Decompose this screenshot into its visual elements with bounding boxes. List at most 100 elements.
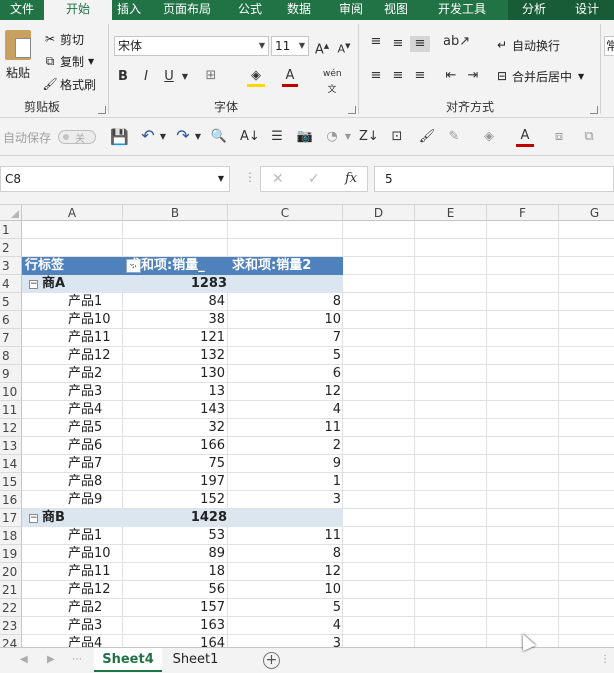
sum1-cell[interactable]: 75 <box>123 455 225 473</box>
item-label-cell[interactable]: 产品3 <box>68 617 122 635</box>
sheet-tab-sheet1[interactable]: Sheet1 <box>163 648 228 672</box>
column-header-f[interactable]: F <box>487 205 559 221</box>
cancel-icon[interactable]: ✕ <box>272 171 284 187</box>
tab-view[interactable]: 视图 <box>376 0 416 20</box>
format-painter-qat-icon[interactable]: 🖌 <box>418 129 436 145</box>
edit-icon[interactable]: ✎ <box>445 129 463 145</box>
sum2-cell[interactable]: 8 <box>228 545 341 563</box>
font-name-select[interactable]: 宋体 ▼ <box>114 36 269 56</box>
sum2-cell[interactable]: 10 <box>228 311 341 329</box>
save-icon[interactable]: 💾 <box>110 129 129 145</box>
row-header[interactable]: 6 <box>0 311 22 329</box>
item-label-cell[interactable]: 产品1 <box>68 293 122 311</box>
splitter-icon[interactable]: ⋮ <box>244 170 256 184</box>
sum2-cell[interactable]: 12 <box>228 383 341 401</box>
sum2-cell[interactable]: 4 <box>228 617 341 635</box>
tab-design[interactable]: 设计 <box>560 0 614 20</box>
sum2-cell[interactable]: 1 <box>228 473 341 491</box>
align-top-icon[interactable]: ≡ <box>368 34 384 50</box>
group-icon[interactable]: ⧈ <box>550 129 568 145</box>
row-header[interactable]: 10 <box>0 383 22 401</box>
item-label-cell[interactable]: 产品2 <box>68 599 122 617</box>
number-format-select[interactable]: 常 <box>604 36 614 56</box>
sum1-cell[interactable]: 163 <box>123 617 225 635</box>
phonetic-icon[interactable]: wén 文 <box>323 66 342 98</box>
item-label-cell[interactable]: 产品12 <box>68 347 122 365</box>
collapse-icon[interactable]: − <box>29 514 38 523</box>
sort-filter-icon[interactable]: ☰ <box>268 129 286 145</box>
sheet-bar-splitter-icon[interactable]: ⋮ <box>600 654 610 665</box>
column-header-b[interactable]: B <box>123 205 228 221</box>
align-middle-icon[interactable]: ≡ <box>390 36 406 52</box>
bold-button[interactable]: B <box>116 69 130 85</box>
tab-data[interactable]: 数据 <box>272 0 326 20</box>
tab-file[interactable]: 文件 <box>0 0 44 20</box>
sum2-cell[interactable]: 9 <box>228 455 341 473</box>
sum2-cell[interactable]: 3 <box>228 491 341 509</box>
sum1-cell[interactable]: 56 <box>123 581 225 599</box>
underline-button[interactable]: U <box>162 69 176 85</box>
column-header-a[interactable]: A <box>22 205 123 221</box>
row-header[interactable]: 1 <box>0 221 22 239</box>
tab-home[interactable]: 开始 <box>44 0 112 20</box>
decrease-indent-icon[interactable]: ⇤ <box>442 68 460 84</box>
item-label-cell[interactable]: 产品11 <box>68 329 122 347</box>
column-header-g[interactable]: G <box>559 205 614 221</box>
more-sheets-icon[interactable]: ⋯ <box>72 654 82 665</box>
item-label-cell[interactable]: 产品1 <box>68 527 122 545</box>
ungroup-icon[interactable]: ⧉ <box>580 129 598 145</box>
row-header[interactable]: 21 <box>0 581 22 599</box>
redo-icon[interactable]: ↷ <box>174 128 192 144</box>
row-header[interactable]: 3 <box>0 257 22 275</box>
font-launcher-icon[interactable] <box>348 106 356 114</box>
row-header[interactable]: 24 <box>0 635 22 647</box>
fill-qat-icon[interactable]: ◈ <box>480 129 498 145</box>
align-left-icon[interactable]: ≡ <box>368 68 384 84</box>
format-painter-button[interactable]: 🖌 格式刷 <box>42 75 96 93</box>
sum1-cell[interactable]: 13 <box>123 383 225 401</box>
row-header[interactable]: 12 <box>0 419 22 437</box>
select-all-button[interactable] <box>0 205 22 221</box>
column-header-e[interactable]: E <box>415 205 487 221</box>
tab-page-layout[interactable]: 页面布局 <box>146 0 228 20</box>
align-right-icon[interactable]: ≡ <box>412 68 428 84</box>
sum1-cell[interactable]: 143 <box>123 401 225 419</box>
sum1-cell[interactable]: 53 <box>123 527 225 545</box>
row-header[interactable]: 9 <box>0 365 22 383</box>
add-sheet-icon[interactable]: + <box>263 652 280 669</box>
item-label-cell[interactable]: 产品7 <box>68 455 122 473</box>
cut-button[interactable]: ✂ 剪切 <box>42 30 84 48</box>
scroll-left-icon[interactable]: ◀ <box>20 654 28 665</box>
font-size-select[interactable]: 11 ▼ <box>271 36 309 56</box>
font-color-qat-icon[interactable]: A <box>516 128 534 147</box>
row-header[interactable]: 17 <box>0 509 22 527</box>
group-total[interactable]: 1283 <box>126 275 227 293</box>
shapes-icon[interactable]: ◔ <box>323 129 341 145</box>
row-header[interactable]: 5 <box>0 293 22 311</box>
item-label-cell[interactable]: 产品8 <box>68 473 122 491</box>
item-label-cell[interactable]: 产品4 <box>68 401 122 419</box>
row-header[interactable]: 16 <box>0 491 22 509</box>
sum1-cell[interactable]: 130 <box>123 365 225 383</box>
item-label-cell[interactable]: 产品3 <box>68 383 122 401</box>
underline-dropdown-icon[interactable]: ▼ <box>180 69 190 85</box>
sum2-cell[interactable]: 2 <box>228 437 341 455</box>
grow-font-icon[interactable]: A▲ <box>314 38 330 58</box>
insert-function-icon[interactable]: fx <box>345 171 357 186</box>
sum1-cell[interactable]: 89 <box>123 545 225 563</box>
shrink-font-icon[interactable]: A▼ <box>336 38 352 58</box>
item-label-cell[interactable]: 产品6 <box>68 437 122 455</box>
wrap-text-button[interactable]: ↵ 自动换行 <box>494 36 560 54</box>
sum2-cell[interactable]: 11 <box>228 419 341 437</box>
sum2-cell[interactable]: 7 <box>228 329 341 347</box>
alignment-launcher-icon[interactable] <box>590 106 598 114</box>
row-header[interactable]: 8 <box>0 347 22 365</box>
group-label[interactable]: 商B <box>42 509 122 527</box>
sum1-cell[interactable]: 84 <box>123 293 225 311</box>
group-total[interactable]: 1428 <box>126 509 227 527</box>
item-label-cell[interactable]: 产品10 <box>68 545 122 563</box>
sum2-cell[interactable]: 6 <box>228 365 341 383</box>
align-bottom-icon[interactable]: ≡ <box>410 36 430 52</box>
sum1-cell[interactable]: 164 <box>123 635 225 647</box>
increase-indent-icon[interactable]: ⇥ <box>464 68 482 84</box>
